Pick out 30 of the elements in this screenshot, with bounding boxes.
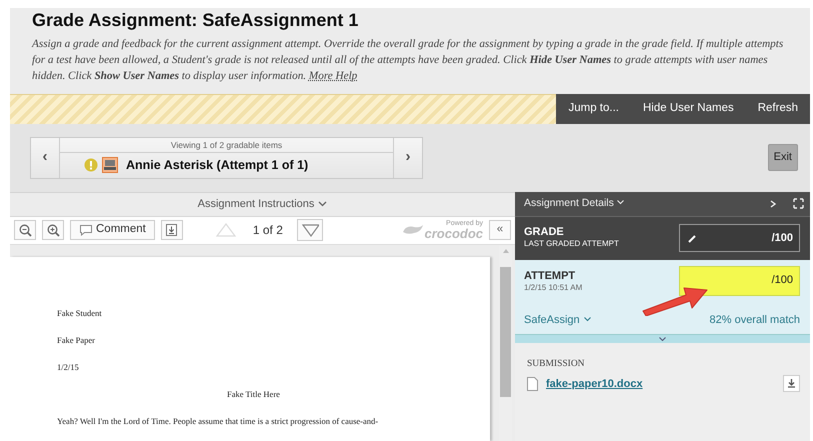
toolbar-button[interactable]: Jump to... bbox=[556, 94, 631, 124]
previous-button[interactable]: ‹ bbox=[31, 138, 59, 178]
grade-sublabel: LAST GRADED ATTEMPT bbox=[524, 238, 619, 250]
document-line: Fake Paper bbox=[57, 334, 96, 347]
help-link[interactable]: More Help bbox=[308, 70, 358, 82]
toolbar-button[interactable]: Refresh bbox=[746, 94, 810, 124]
exit-button[interactable]: Exit bbox=[768, 144, 798, 171]
instructions-text: Assign a grade and feedback for the current assignment attempt. Override the overall grade for the assignment by typing a grade in the grade field. If multiple attempts for a test have been allowed, a Student's grade is not released until all of the attempts have been graded. Click Hide User Names to grade attempts with user names hidden. Click Show User Names to display user information. More Help bbox=[32, 36, 784, 84]
submission-label: SUBMISSION bbox=[527, 358, 586, 372]
page-title: Grade Assignment: SafeAssignment 1 bbox=[32, 10, 360, 32]
attempt-label: ATTEMPT bbox=[524, 270, 576, 282]
document-line: 1/2/15 bbox=[57, 360, 80, 374]
grade-label: GRADE bbox=[524, 226, 565, 238]
viewing-status: Viewing 1 of 2 gradable items bbox=[60, 138, 393, 154]
instructions-toggle[interactable]: Assignment Instructions bbox=[10, 192, 515, 217]
attempt-date: 1/2/15 10:51 AM bbox=[524, 282, 582, 294]
toolbar-button[interactable]: Hide User Names bbox=[630, 94, 746, 124]
comment-button[interactable]: Comment bbox=[70, 220, 155, 240]
page-count: 1 of 2 bbox=[252, 222, 283, 240]
document-heading: Fake Title Here bbox=[226, 388, 281, 401]
file-link[interactable]: fake-paper10.docx bbox=[546, 376, 643, 392]
collapse-button[interactable]: « bbox=[489, 220, 511, 240]
document-line: Yeah? Well I'm the Lord of Time. People assume that time is a strict progression of cause-and- bbox=[57, 414, 380, 428]
document-line: Fake Student bbox=[57, 306, 103, 320]
student-name: Annie Asterisk (Attempt 1 of 1) bbox=[126, 157, 308, 174]
next-button[interactable]: › bbox=[394, 138, 422, 178]
match-score: 82% overall match bbox=[710, 312, 800, 328]
grade-field[interactable]: /100 bbox=[679, 224, 800, 252]
safeassign-menu[interactable]: SafeAssign bbox=[524, 312, 591, 328]
attempt-grade-field[interactable]: /100 bbox=[679, 266, 800, 296]
